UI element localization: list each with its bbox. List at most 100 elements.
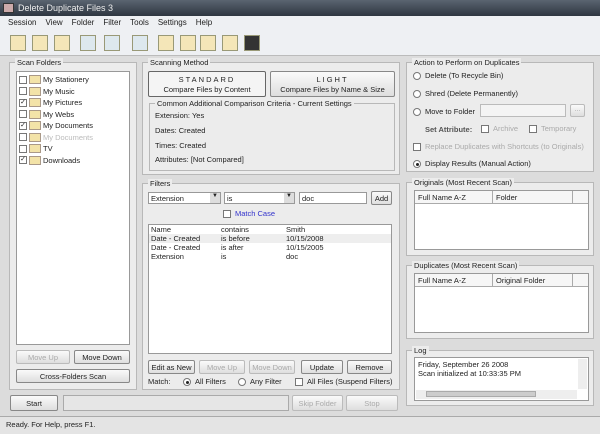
folder-checkbox[interactable] xyxy=(19,144,27,153)
filter-move-up-button[interactable]: Move Up xyxy=(199,360,245,374)
stop-button[interactable]: Stop xyxy=(346,395,398,411)
folder-item[interactable]: My Webs xyxy=(19,109,127,121)
start-button[interactable]: Start xyxy=(10,395,58,411)
folder-item[interactable]: ✓ My Documents xyxy=(19,120,127,132)
checkbox-box xyxy=(529,124,537,133)
menu-folder[interactable]: Folder xyxy=(72,18,95,28)
originals-list[interactable]: Full Name A-Z Folder xyxy=(414,190,589,250)
folder-list[interactable]: My Stationery My Music ✓ My Pictures My Webs… xyxy=(16,71,130,345)
replace-shortcuts-checkbox[interactable]: Replace Duplicates with Shortcuts (to Or… xyxy=(413,142,584,151)
temporary-checkbox[interactable]: Temporary xyxy=(529,124,576,133)
menu-help[interactable]: Help xyxy=(196,18,212,28)
filter-row[interactable]: Date - Created is after 10/15/2005 xyxy=(149,243,391,252)
compare-settings-icon[interactable] xyxy=(104,35,120,51)
light-method-button[interactable]: LIGHT Compare Files by Name & Size xyxy=(270,71,395,97)
search-tool-icon[interactable] xyxy=(80,35,96,51)
menu-view[interactable]: View xyxy=(45,18,62,28)
filter-cell: Name xyxy=(151,225,172,234)
folder-checkbox[interactable] xyxy=(19,133,27,142)
folder-checkbox[interactable] xyxy=(19,75,27,84)
filter-move-down-button[interactable]: Move Down xyxy=(249,360,295,374)
move-folder-input[interactable] xyxy=(480,104,566,117)
folder-name: My Music xyxy=(43,86,75,96)
menu-settings[interactable]: Settings xyxy=(158,18,187,28)
disk-icon[interactable] xyxy=(222,35,238,51)
remove-button[interactable]: Remove xyxy=(347,360,392,374)
filter-row[interactable]: Date - Created is before 10/15/2008 xyxy=(149,234,391,243)
group-label: Action to Perform on Duplicates xyxy=(412,58,522,67)
folder-item[interactable]: TV xyxy=(19,143,127,155)
scan-folders-group: Scan Folders My Stationery My Music ✓ My Pi… xyxy=(9,58,137,390)
filter-field-select[interactable]: Extension ▼ xyxy=(148,192,221,204)
match-label: Match: xyxy=(148,377,171,386)
filter-cell: 10/15/2005 xyxy=(286,243,324,252)
light-title: LIGHT xyxy=(316,75,349,84)
folder-name: My Stationery xyxy=(43,75,89,85)
menu-filter[interactable]: Filter xyxy=(103,18,121,28)
copy-files-icon[interactable] xyxy=(158,35,174,51)
radio-label: Shred (Delete Permanently) xyxy=(425,89,518,98)
scan-area-icon[interactable] xyxy=(132,35,148,51)
filter-cell: is after xyxy=(221,243,244,252)
column-header[interactable]: Full Name A-Z xyxy=(415,191,493,203)
checkbox-label: Replace Duplicates with Shortcuts (to Or… xyxy=(425,142,584,151)
horizontal-scrollbar[interactable] xyxy=(416,390,577,399)
move-to-folder-radio[interactable]: Move to Folder xyxy=(413,107,475,116)
folder-checkbox[interactable]: ✓ xyxy=(19,156,27,165)
window-title: Delete Duplicate Files 3 xyxy=(18,3,114,13)
delete-radio[interactable]: Delete (To Recycle Bin) xyxy=(413,71,503,80)
folder-item[interactable]: My Music xyxy=(19,86,127,98)
log-box[interactable]: Friday, September 26 2008 Scan initializ… xyxy=(414,357,589,401)
checkbox-box xyxy=(481,124,489,133)
column-header[interactable]: Full Name A-Z xyxy=(415,274,493,286)
cross-folders-scan-button[interactable]: Cross-Folders Scan xyxy=(16,369,130,383)
add-filter-button[interactable]: Add xyxy=(371,191,392,205)
remove-folder-icon[interactable] xyxy=(32,35,48,51)
any-filter-radio[interactable]: Any Filter xyxy=(238,377,282,386)
folder-properties-icon[interactable] xyxy=(54,35,70,51)
filter-operator-select[interactable]: is ▼ xyxy=(224,192,295,204)
filter-value-input[interactable]: doc xyxy=(299,192,367,204)
column-header[interactable]: Folder xyxy=(493,191,573,203)
browse-button[interactable]: ... xyxy=(570,104,585,117)
all-files-checkbox[interactable]: All Files (Suspend Filters) xyxy=(295,377,392,386)
skip-folder-button[interactable]: Skip Folder xyxy=(292,395,343,411)
add-folder-icon[interactable] xyxy=(10,35,26,51)
match-case-checkbox[interactable]: Match Case xyxy=(223,209,275,218)
scrollbar-thumb[interactable] xyxy=(426,391,536,397)
radio-dot xyxy=(413,71,421,80)
filter-list[interactable]: Name contains Smith Date - Created is before… xyxy=(148,224,392,354)
folder-checkbox[interactable] xyxy=(19,110,27,119)
filter-row[interactable]: Name contains Smith xyxy=(149,225,391,234)
folder-item[interactable]: ✓ Downloads xyxy=(19,155,127,167)
move-files-icon[interactable] xyxy=(180,35,196,51)
display-results-radio[interactable]: Display Results (Manual Action) xyxy=(413,159,531,168)
folder-checkbox[interactable]: ✓ xyxy=(19,121,27,130)
folder-item[interactable]: My Stationery xyxy=(19,74,127,86)
column-header[interactable]: Original Folder xyxy=(493,274,573,286)
standard-method-button[interactable]: STANDARD Compare Files by Content xyxy=(148,71,266,97)
set-attribute-label: Set Attribute: xyxy=(425,125,473,134)
lock-icon[interactable] xyxy=(244,35,260,51)
folder-icon xyxy=(29,86,41,96)
folder-item[interactable]: My Documents xyxy=(19,132,127,144)
vertical-scrollbar[interactable] xyxy=(578,359,587,389)
folder-item[interactable]: ✓ My Pictures xyxy=(19,97,127,109)
duplicates-list[interactable]: Full Name A-Z Original Folder xyxy=(414,273,589,333)
folder-checkbox[interactable]: ✓ xyxy=(19,98,27,107)
update-button[interactable]: Update xyxy=(301,360,343,374)
filter-row[interactable]: Extension is doc xyxy=(149,252,391,261)
menu-tools[interactable]: Tools xyxy=(130,18,149,28)
all-filters-radio[interactable]: All Filters xyxy=(183,377,226,386)
move-down-button[interactable]: Move Down xyxy=(74,350,130,364)
title-bar: Delete Duplicate Files 3 xyxy=(0,0,600,16)
move-up-button[interactable]: Move Up xyxy=(16,350,70,364)
dropdown-arrow-icon: ▼ xyxy=(284,193,294,203)
folder-checkbox[interactable] xyxy=(19,87,27,96)
archive-checkbox[interactable]: Archive xyxy=(481,124,518,133)
film-icon[interactable] xyxy=(200,35,216,51)
shred-radio[interactable]: Shred (Delete Permanently) xyxy=(413,89,518,98)
filter-cell: is before xyxy=(221,234,250,243)
menu-session[interactable]: Session xyxy=(8,18,36,28)
edit-as-new-button[interactable]: Edit as New xyxy=(148,360,195,374)
